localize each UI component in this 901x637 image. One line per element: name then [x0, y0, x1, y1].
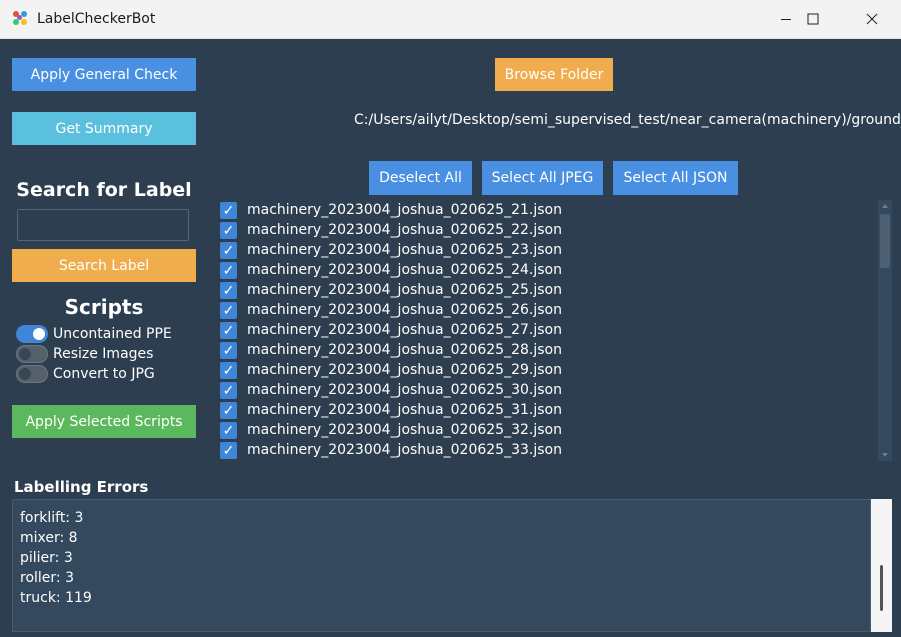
checkbox-checked-icon[interactable]: ✓	[220, 441, 237, 459]
toggle-switch[interactable]	[16, 345, 48, 363]
file-list: ✓ machinery_2023004_joshua_020625_21.json…	[220, 200, 875, 462]
get-summary-button[interactable]: Get Summary	[12, 112, 196, 145]
file-name: machinery_2023004_joshua_020625_30.json	[247, 382, 562, 398]
app-window: LabelCheckerBot Apply General Check Get …	[0, 0, 901, 637]
file-name: machinery_2023004_joshua_020625_29.json	[247, 362, 562, 378]
file-name: machinery_2023004_joshua_020625_25.json	[247, 282, 562, 298]
checkbox-checked-icon[interactable]: ✓	[220, 401, 237, 419]
errors-heading: Labelling Errors	[14, 478, 149, 496]
list-item[interactable]: ✓ machinery_2023004_joshua_020625_28.json	[220, 340, 875, 360]
checkbox-checked-icon[interactable]: ✓	[220, 421, 237, 439]
checkbox-checked-icon[interactable]: ✓	[220, 301, 237, 319]
script-label: Uncontained PPE	[53, 326, 172, 342]
checkbox-checked-icon[interactable]: ✓	[220, 261, 237, 279]
scroll-up-icon[interactable]	[878, 201, 892, 211]
list-item[interactable]: ✓ machinery_2023004_joshua_020625_27.json	[220, 320, 875, 340]
list-item[interactable]: ✓ machinery_2023004_joshua_020625_30.json	[220, 380, 875, 400]
search-label-button[interactable]: Search Label	[12, 249, 196, 282]
file-name: machinery_2023004_joshua_020625_24.json	[247, 262, 562, 278]
scrollbar-thumb[interactable]	[880, 565, 883, 611]
file-name: machinery_2023004_joshua_020625_27.json	[247, 322, 562, 338]
browse-folder-button[interactable]: Browse Folder	[495, 58, 613, 91]
file-name: machinery_2023004_joshua_020625_31.json	[247, 402, 562, 418]
select-all-jpeg-button[interactable]: Select All JPEG	[482, 161, 603, 195]
errors-scrollbar[interactable]	[871, 499, 892, 632]
checkbox-checked-icon[interactable]: ✓	[220, 241, 237, 259]
checkbox-checked-icon[interactable]: ✓	[220, 381, 237, 399]
list-item[interactable]: ✓ machinery_2023004_joshua_020625_25.json	[220, 280, 875, 300]
scrollbar-thumb[interactable]	[880, 214, 890, 268]
checkbox-checked-icon[interactable]: ✓	[220, 361, 237, 379]
list-item[interactable]: ✓ machinery_2023004_joshua_020625_24.json	[220, 260, 875, 280]
list-item[interactable]: ✓ machinery_2023004_joshua_020625_33.json	[220, 440, 875, 460]
search-input[interactable]	[17, 209, 189, 241]
window-title: LabelCheckerBot	[37, 11, 156, 27]
app-logo-icon	[12, 10, 30, 28]
toggle-switch[interactable]	[16, 325, 48, 343]
file-name: machinery_2023004_joshua_020625_26.json	[247, 302, 562, 318]
list-item[interactable]: ✓ machinery_2023004_joshua_020625_26.json	[220, 300, 875, 320]
apply-general-check-button[interactable]: Apply General Check	[12, 58, 196, 91]
maximize-icon	[807, 13, 819, 25]
script-toggle-resize-images[interactable]: Resize Images	[16, 345, 153, 363]
file-list-scrollbar[interactable]	[878, 200, 892, 461]
close-icon	[866, 13, 878, 25]
title-bar: LabelCheckerBot	[0, 0, 901, 39]
maximize-button[interactable]	[790, 0, 836, 38]
file-name: machinery_2023004_joshua_020625_22.json	[247, 222, 562, 238]
file-name: machinery_2023004_joshua_020625_33.json	[247, 442, 562, 458]
list-item[interactable]: ✓ machinery_2023004_joshua_020625_29.json	[220, 360, 875, 380]
list-item[interactable]: ✓ machinery_2023004_joshua_020625_32.json	[220, 420, 875, 440]
folder-path: C:/Users/ailyt/Desktop/semi_supervised_t…	[354, 112, 901, 128]
error-line: pilier: 3	[20, 550, 73, 566]
list-item[interactable]: ✓ machinery_2023004_joshua_020625_23.json	[220, 240, 875, 260]
apply-selected-scripts-button[interactable]: Apply Selected Scripts	[12, 405, 196, 438]
list-item[interactable]: ✓ machinery_2023004_joshua_020625_21.json	[220, 200, 875, 220]
checkbox-checked-icon[interactable]: ✓	[220, 201, 237, 219]
checkbox-checked-icon[interactable]: ✓	[220, 341, 237, 359]
error-line: truck: 119	[20, 590, 92, 606]
error-line: mixer: 8	[20, 530, 78, 546]
error-line: forklift: 3	[20, 510, 84, 526]
error-line: roller: 3	[20, 570, 74, 586]
close-button[interactable]	[849, 0, 895, 38]
list-item[interactable]: ✓ machinery_2023004_joshua_020625_22.json	[220, 220, 875, 240]
checkbox-checked-icon[interactable]: ✓	[220, 281, 237, 299]
file-name: machinery_2023004_joshua_020625_28.json	[247, 342, 562, 358]
file-name: machinery_2023004_joshua_020625_21.json	[247, 202, 562, 218]
file-name: machinery_2023004_joshua_020625_23.json	[247, 242, 562, 258]
errors-textbox[interactable]: forklift: 3 mixer: 8 pilier: 3 roller: 3…	[12, 499, 871, 632]
select-all-json-button[interactable]: Select All JSON	[613, 161, 738, 195]
script-label: Resize Images	[53, 346, 154, 362]
script-label: Convert to JPG	[53, 366, 155, 382]
toggle-switch[interactable]	[16, 365, 48, 383]
search-heading: Search for Label	[16, 179, 192, 201]
script-toggle-convert-to-jpg[interactable]: Convert to JPG	[16, 365, 155, 383]
checkbox-checked-icon[interactable]: ✓	[220, 321, 237, 339]
script-toggle-uncontained-ppe[interactable]: Uncontained PPE	[16, 325, 172, 343]
scripts-heading: Scripts	[64, 295, 144, 319]
deselect-all-button[interactable]: Deselect All	[369, 161, 472, 195]
file-name: machinery_2023004_joshua_020625_32.json	[247, 422, 562, 438]
checkbox-checked-icon[interactable]: ✓	[220, 221, 237, 239]
errors-content: forklift: 3 mixer: 8 pilier: 3 roller: 3…	[20, 508, 92, 608]
list-item[interactable]: ✓ machinery_2023004_joshua_020625_31.json	[220, 400, 875, 420]
scroll-down-icon[interactable]	[878, 450, 892, 460]
